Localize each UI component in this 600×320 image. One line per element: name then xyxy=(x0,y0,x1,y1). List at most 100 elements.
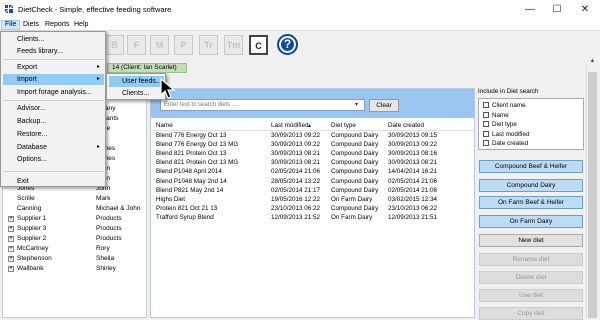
checkbox-icon[interactable] xyxy=(483,102,489,108)
expand-icon[interactable]: + xyxy=(8,246,14,252)
tree-row[interactable]: + Supplier 3 Products xyxy=(3,224,146,234)
checkbox-label: Last modified xyxy=(492,130,530,138)
search-input[interactable]: Enter text to search diets ... xyxy=(160,99,365,111)
menu-item-label: Database xyxy=(17,144,47,151)
column-header-date-created[interactable]: Date created xyxy=(388,121,424,131)
tree-row-detail: Products xyxy=(96,215,122,222)
table-row[interactable]: Blend 776 Energy Oct 13 30/09/2013 09:22 C… xyxy=(151,131,474,140)
table-row[interactable]: Blend P1048 May 2nd 14 28/05/2014 13:22 Co… xyxy=(151,177,474,186)
on-farm-dairy-button[interactable]: On Farm Dairy xyxy=(479,215,583,228)
file-menu-item-import-forage-analysis[interactable]: Import forage analysis... xyxy=(3,87,104,98)
column-header-name[interactable]: Name xyxy=(156,121,173,131)
tree-row[interactable]: + Supplier 1 Products xyxy=(3,214,146,224)
clear-button[interactable]: Clear xyxy=(369,99,399,112)
minimize-button[interactable]: — xyxy=(516,0,544,19)
menu-separator xyxy=(3,171,104,172)
table-row[interactable]: Blend P821 May 2nd 14 02/05/2014 21:17 Com… xyxy=(151,186,474,195)
compound-beef-heifer-button[interactable]: Compound Beef & Heifer xyxy=(479,160,583,173)
expand-icon[interactable]: + xyxy=(8,226,14,232)
tree-row[interactable]: + McCartney Rory xyxy=(3,244,146,254)
file-menu-item-import[interactable]: Import ▸ xyxy=(3,74,104,85)
rename-diet-button[interactable]: Rename diet xyxy=(479,253,583,266)
sort-up-icon: ▲ xyxy=(307,123,312,129)
table-row[interactable]: Trafford Syrup Blend 12/09/2013 21:52 On F… xyxy=(151,213,474,222)
column-header-last-modified[interactable]: Last modified xyxy=(271,121,308,131)
menu-help[interactable]: Help xyxy=(71,20,91,30)
expand-icon[interactable]: + xyxy=(8,216,14,222)
tree-row-detail: Products xyxy=(96,235,122,242)
file-menu-item-clients[interactable]: Clients... xyxy=(3,34,104,45)
file-menu-item-feeds-library[interactable]: Feeds library... xyxy=(3,46,104,57)
table-row[interactable]: Blend 821 Protein Oct 13 MG 30/09/2013 08… xyxy=(151,158,474,167)
tree-row-detail: Products xyxy=(96,225,122,232)
tree-row[interactable]: + Supplier 2 Products xyxy=(3,234,146,244)
file-menu-item-export[interactable]: Export ▸ xyxy=(3,62,104,73)
file-menu-item-restore[interactable]: Restore... xyxy=(3,129,104,140)
menu-file[interactable]: File xyxy=(1,20,21,30)
chevron-right-icon: ▸ xyxy=(96,76,100,82)
checkbox-icon[interactable] xyxy=(483,130,489,137)
checkbox-icon[interactable] xyxy=(483,111,489,118)
menu-separator xyxy=(3,59,104,60)
chevron-down-icon[interactable]: ▾ xyxy=(355,101,358,108)
file-menu-item-database[interactable]: Database ▸ xyxy=(3,142,104,153)
menu-reports[interactable]: Reports xyxy=(42,20,73,30)
import-menu-item-clients[interactable]: Clients... xyxy=(109,88,164,99)
checkbox-icon[interactable] xyxy=(483,140,489,146)
compound-dairy-button[interactable]: Compound Dairy xyxy=(479,179,583,192)
file-menu-item-advisor[interactable]: Advisor... xyxy=(3,103,104,114)
toolbar-button-p[interactable]: P xyxy=(174,35,193,55)
file-menu-item-backup[interactable]: Backup... xyxy=(3,116,104,127)
menu-item-label: Restore... xyxy=(17,131,48,138)
delete-diet-button[interactable]: Delete diet xyxy=(479,271,583,284)
checkbox-last-modified[interactable]: Last modified xyxy=(483,130,530,139)
table-header: Name Last modified ▲ Diet type Date crea… xyxy=(151,121,474,131)
tree-row[interactable]: + Stephenson Sheila xyxy=(3,254,146,264)
table-row[interactable]: Highs Diet 19/05/2016 12:22 On Farm Dairy 0… xyxy=(151,195,474,204)
table-row[interactable]: Blend 821 Protein Oct 13 30/09/2013 08:21… xyxy=(151,149,474,158)
maximize-button[interactable]: ☐ xyxy=(543,0,571,19)
tree-row-name: Supplier 1 xyxy=(17,215,47,222)
toolbar-button-m[interactable]: M xyxy=(150,35,169,55)
client-tab[interactable]: 14 (Client: Ian Scarlet) xyxy=(107,63,187,73)
close-button[interactable]: ✕ xyxy=(571,0,599,19)
toolbar-button-tm[interactable]: Tm xyxy=(224,35,243,55)
menu-item-label: Exit xyxy=(17,178,29,185)
toolbar-button-f[interactable]: F xyxy=(127,35,146,55)
file-menu-item-exit[interactable]: Exit xyxy=(3,176,104,187)
import-menu-item-user-feeds[interactable]: User feeds... xyxy=(109,76,164,87)
help-icon[interactable]: ? xyxy=(277,34,298,55)
scroll-up-icon[interactable]: ▲ xyxy=(587,58,598,64)
toolbar-button-tr[interactable]: Tr xyxy=(199,35,218,55)
menu-item-label: Import xyxy=(17,76,37,83)
tree-row-name: Wallbank xyxy=(17,265,44,272)
checkbox-date-created[interactable]: Date created xyxy=(483,140,528,148)
expand-icon[interactable]: + xyxy=(8,256,14,262)
copy-diet-button[interactable]: Copy diet xyxy=(479,307,583,320)
use-diet-button[interactable]: Use diet xyxy=(479,289,583,302)
cell-modified: 12/09/2013 21:52 xyxy=(271,213,321,221)
checkbox-name[interactable]: Name xyxy=(483,111,509,120)
tree-row-name: Stephenson xyxy=(17,255,52,262)
table-row[interactable]: Blend P1048 April 2014 02/05/2014 21:06 Co… xyxy=(151,167,474,176)
file-menu-item-options[interactable]: Options... xyxy=(3,154,104,165)
new-diet-button[interactable]: New diet xyxy=(479,234,583,247)
table-row[interactable]: Protein 821 Oct 21 13 23/10/2013 06:22 Com… xyxy=(151,204,474,213)
cell-name: Trafford Syrup Blend xyxy=(156,213,214,221)
checkbox-diet-type[interactable]: Diet type xyxy=(483,121,517,129)
table-row[interactable]: Blend 776 Energy Oct 13 MG 30/09/2013 09:… xyxy=(151,140,474,149)
checkbox-icon[interactable] xyxy=(483,121,489,127)
expand-icon[interactable]: + xyxy=(8,236,14,242)
toolbar-button-b[interactable]: B xyxy=(105,35,124,55)
column-header-diet-type[interactable]: Diet type xyxy=(331,121,356,131)
on-farm-beef-heifer-button[interactable]: On Farm Beef & Heifer xyxy=(479,196,583,209)
tree-row[interactable]: Canning Michael & John xyxy=(3,204,146,214)
tree-row[interactable]: Scrille Mark xyxy=(3,194,146,204)
scrollbar-thumb[interactable] xyxy=(588,72,597,318)
tree-row[interactable]: + Wallbank Shirley xyxy=(3,264,146,274)
toolbar-button-c[interactable]: C xyxy=(249,35,268,55)
expand-icon[interactable]: + xyxy=(8,266,14,272)
menu-diets[interactable]: Diets xyxy=(20,20,42,30)
chevron-right-icon: ▸ xyxy=(96,64,100,70)
checkbox-client-name[interactable]: Client name xyxy=(483,102,526,110)
